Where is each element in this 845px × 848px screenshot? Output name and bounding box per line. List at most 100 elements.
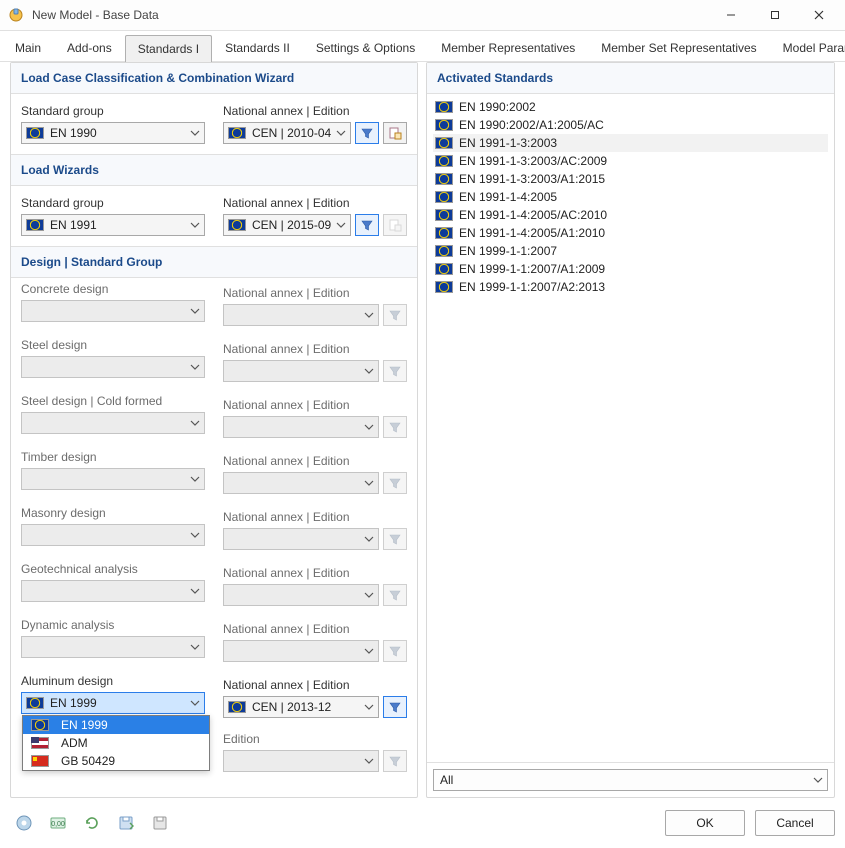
design-std-select[interactable]	[21, 524, 205, 546]
aluminum-option[interactable]: EN 1999	[23, 716, 209, 734]
activated-standard-label: EN 1991-1-4:2005/A1:2010	[459, 226, 605, 240]
annex-select-1[interactable]: CEN | 2010-04	[223, 122, 351, 144]
load-template-button[interactable]	[146, 809, 174, 837]
design-annex-select[interactable]	[223, 472, 379, 494]
edit-annex-2-button[interactable]	[383, 214, 407, 236]
annex-label-2: National annex | Edition	[223, 196, 407, 210]
help-button[interactable]	[10, 809, 38, 837]
filter-annex-1-button[interactable]	[355, 122, 379, 144]
cancel-button[interactable]: Cancel	[755, 810, 835, 836]
design-annex-select[interactable]	[223, 528, 379, 550]
activated-standard-item[interactable]: EN 1999-1-1:2007	[433, 242, 828, 260]
activated-standard-item[interactable]: EN 1990:2002/A1:2005/AC	[433, 116, 828, 134]
aluminum-option-label: ADM	[61, 736, 88, 750]
chevron-down-icon	[186, 469, 204, 489]
activated-standard-item[interactable]: EN 1999-1-1:2007/A2:2013	[433, 278, 828, 296]
reset-button[interactable]	[78, 809, 106, 837]
design-annex-select[interactable]	[223, 416, 379, 438]
design-std-select[interactable]	[21, 468, 205, 490]
aluminum-option[interactable]: ADM	[23, 734, 209, 752]
filter-button[interactable]	[383, 640, 407, 662]
design-std-select[interactable]	[21, 636, 205, 658]
activated-standard-label: EN 1990:2002	[459, 100, 536, 114]
design-row-label: Steel design | Cold formed	[21, 394, 205, 408]
activated-standards-list[interactable]: EN 1990:2002EN 1990:2002/A1:2005/ACEN 19…	[427, 94, 834, 762]
eu-flag-icon	[26, 697, 44, 709]
filter-annex-2-button[interactable]	[355, 214, 379, 236]
section-loadcase-header: Load Case Classification & Combination W…	[11, 63, 417, 94]
edit-annex-1-button[interactable]	[383, 122, 407, 144]
activated-standard-item[interactable]: EN 1991-1-4:2005/AC:2010	[433, 206, 828, 224]
design-annex-select[interactable]	[223, 304, 379, 326]
save-template-button[interactable]	[112, 809, 140, 837]
eu-flag-icon	[435, 263, 453, 275]
filter-button[interactable]	[383, 360, 407, 382]
tab-settings-options[interactable]: Settings & Options	[303, 34, 428, 61]
design-annex-select[interactable]	[223, 640, 379, 662]
aluminum-std-select[interactable]: EN 1999EN 1999ADMGB 50429	[21, 692, 205, 714]
design-std-select[interactable]	[21, 580, 205, 602]
std-group-select-1[interactable]: EN 1990	[21, 122, 205, 144]
eu-flag-icon	[435, 119, 453, 131]
design-std-select[interactable]	[21, 356, 205, 378]
filter-button[interactable]	[383, 584, 407, 606]
window-title: New Model - Base Data	[32, 8, 709, 22]
ok-button[interactable]: OK	[665, 810, 745, 836]
aluminum-std-dropdown[interactable]: EN 1999 ADM GB 50429	[22, 715, 210, 771]
annex-value-1: CEN | 2010-04	[252, 126, 332, 140]
svg-text:0,00: 0,00	[51, 821, 65, 828]
standards-filter-select[interactable]: All	[433, 769, 828, 791]
tab-member-set-representatives[interactable]: Member Set Representatives	[588, 34, 769, 61]
activated-standard-item[interactable]: EN 1991-1-4:2005/A1:2010	[433, 224, 828, 242]
annex-select-2[interactable]: CEN | 2015-09	[223, 214, 351, 236]
aluminum-std-value: EN 1999	[50, 696, 186, 710]
design-annex-select[interactable]	[223, 360, 379, 382]
filter-button[interactable]	[383, 416, 407, 438]
edition-select[interactable]	[223, 750, 379, 772]
design-annex-select[interactable]	[223, 584, 379, 606]
right-panel: Activated Standards EN 1990:2002EN 1990:…	[426, 62, 835, 798]
activated-standard-item[interactable]: EN 1991-1-3:2003/A1:2015	[433, 170, 828, 188]
eu-flag-icon	[435, 209, 453, 221]
activated-standard-item[interactable]: EN 1991-1-4:2005	[433, 188, 828, 206]
activated-standard-item[interactable]: EN 1990:2002	[433, 98, 828, 116]
eu-flag-icon	[26, 219, 44, 231]
filter-edition-button[interactable]	[383, 750, 407, 772]
tab-add-ons[interactable]: Add-ons	[54, 34, 125, 61]
aluminum-option-label: EN 1999	[61, 718, 108, 732]
design-row-label: Concrete design	[21, 282, 205, 296]
design-annex-label: National annex | Edition	[223, 566, 407, 580]
chevron-down-icon	[360, 585, 378, 605]
filter-button[interactable]	[383, 472, 407, 494]
activated-standard-item[interactable]: EN 1999-1-1:2007/A1:2009	[433, 260, 828, 278]
eu-flag-icon	[228, 219, 246, 231]
units-button[interactable]: 0,00	[44, 809, 72, 837]
section-design-header: Design | Standard Group	[11, 247, 417, 278]
filter-button[interactable]	[383, 304, 407, 326]
tab-member-representatives[interactable]: Member Representatives	[428, 34, 588, 61]
aluminum-option[interactable]: GB 50429	[23, 752, 209, 770]
chevron-down-icon	[360, 305, 378, 325]
std-group-value-2: EN 1991	[50, 218, 186, 232]
aluminum-annex-select[interactable]: CEN | 2013-12	[223, 696, 379, 718]
window-close-button[interactable]	[797, 0, 841, 30]
tab-standards-ii[interactable]: Standards II	[212, 34, 303, 61]
chevron-down-icon	[332, 215, 350, 235]
eu-flag-icon	[435, 245, 453, 257]
activated-standard-item[interactable]: EN 1991-1-3:2003/AC:2009	[433, 152, 828, 170]
filter-aluminum-button[interactable]	[383, 696, 407, 718]
std-group-select-2[interactable]: EN 1991	[21, 214, 205, 236]
activated-standard-label: EN 1991-1-4:2005	[459, 190, 557, 204]
window-minimize-button[interactable]	[709, 0, 753, 30]
eu-flag-icon	[435, 173, 453, 185]
design-std-select[interactable]	[21, 412, 205, 434]
app-icon	[8, 7, 24, 23]
activated-standard-item[interactable]: EN 1991-1-3:2003	[433, 134, 828, 152]
tab-standards-i[interactable]: Standards I	[125, 35, 212, 62]
eu-flag-icon	[435, 155, 453, 167]
window-maximize-button[interactable]	[753, 0, 797, 30]
filter-button[interactable]	[383, 528, 407, 550]
design-std-select[interactable]	[21, 300, 205, 322]
tab-main[interactable]: Main	[2, 34, 54, 61]
tab-model-parameters[interactable]: Model Parameters	[770, 34, 845, 61]
